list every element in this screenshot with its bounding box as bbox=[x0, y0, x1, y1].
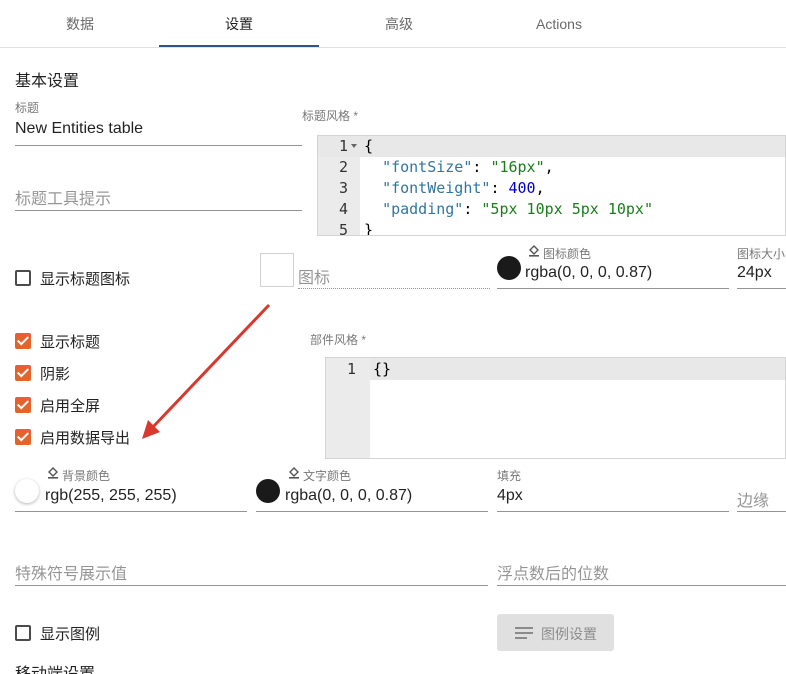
padding-underline bbox=[497, 511, 729, 512]
special-symbol-underline bbox=[15, 585, 488, 586]
mobile-settings-title: 移动端设置 bbox=[15, 660, 95, 674]
show-legend-checkbox[interactable] bbox=[15, 625, 31, 641]
padding-input[interactable]: 4px bbox=[497, 487, 523, 505]
decimals-input[interactable]: 浮点数后的位数 bbox=[497, 560, 609, 584]
bg-color-input[interactable]: rgb(255, 255, 255) bbox=[45, 487, 177, 505]
text-color-label: 文字颜色 bbox=[303, 469, 352, 483]
bg-color-underline bbox=[15, 511, 247, 512]
bg-color-label: 背景颜色 bbox=[62, 469, 111, 483]
legend-settings-label: 图例设置 bbox=[541, 626, 597, 642]
decimals-underline bbox=[497, 585, 786, 586]
text-color-input[interactable]: rgba(0, 0, 0, 0.87) bbox=[285, 487, 412, 505]
margin-underline bbox=[737, 511, 786, 512]
legend-settings-button[interactable]: 图例设置 bbox=[497, 614, 614, 651]
padding-label: 填充 bbox=[497, 469, 522, 483]
paint-bucket-icon bbox=[289, 467, 299, 479]
text-color-underline bbox=[256, 511, 488, 512]
list-settings-icon bbox=[515, 627, 533, 639]
text-color-swatch[interactable] bbox=[256, 479, 280, 503]
bg-color-swatch[interactable] bbox=[15, 479, 39, 503]
special-symbol-input[interactable]: 特殊符号展示值 bbox=[15, 560, 127, 584]
paint-bucket-icon bbox=[48, 467, 58, 479]
margin-input[interactable]: 边缘 bbox=[737, 487, 769, 511]
show-legend-label: 显示图例 bbox=[40, 626, 101, 643]
